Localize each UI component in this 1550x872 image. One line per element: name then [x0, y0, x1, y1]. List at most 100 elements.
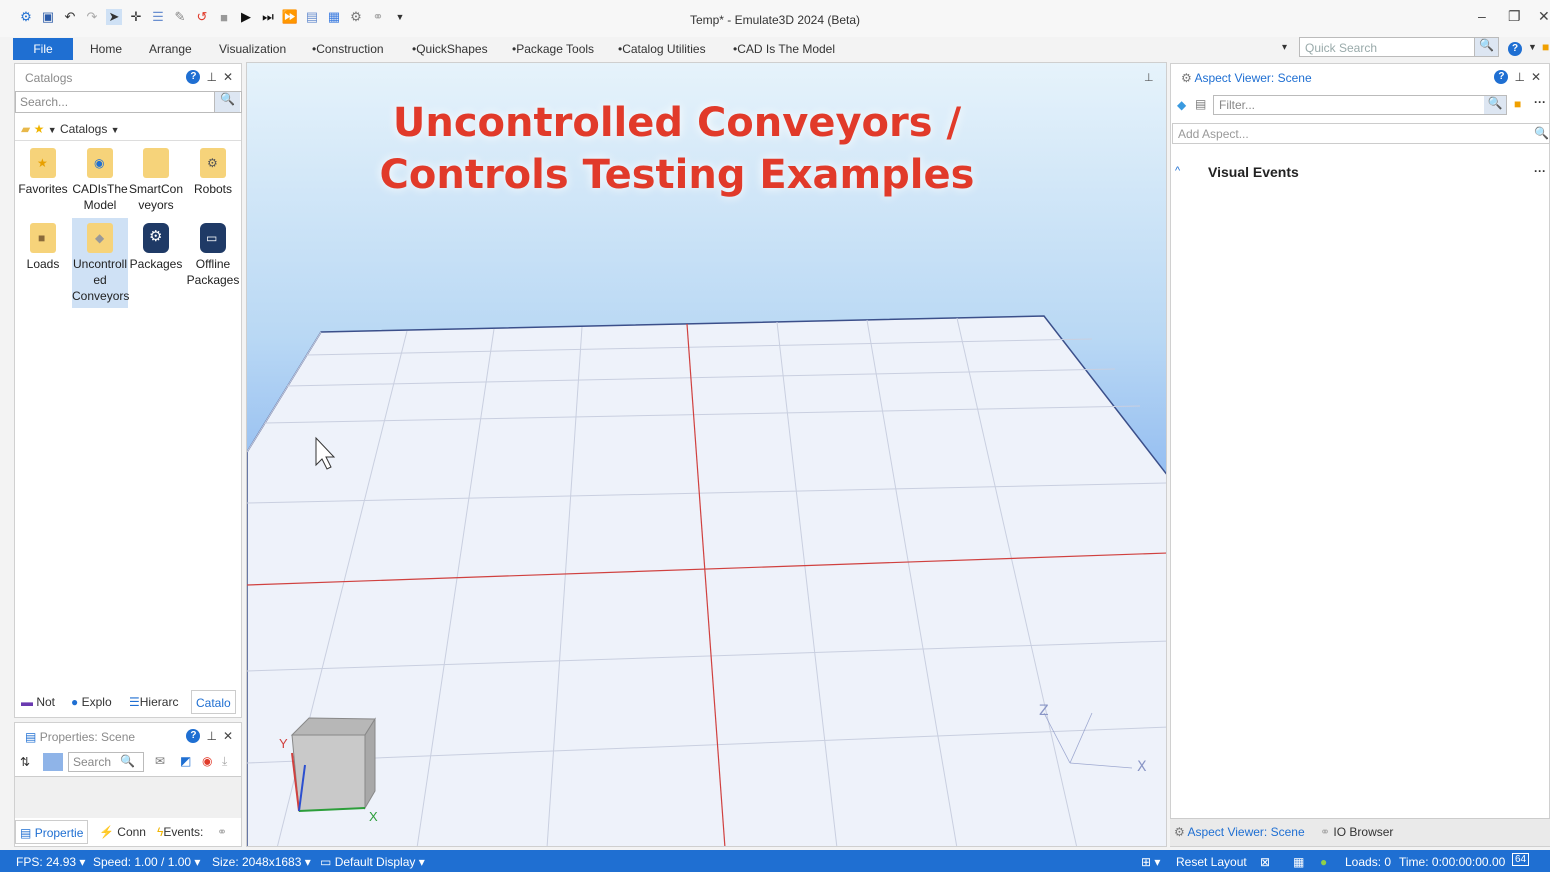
tab-connections[interactable]: ⚡ Conn — [99, 825, 146, 839]
cube-icon[interactable]: ◆ — [1177, 98, 1186, 112]
star-icon[interactable]: ★ — [34, 122, 45, 136]
edit-icon[interactable]: ✉ — [155, 754, 165, 768]
tab-package-tools[interactable]: •Package Tools — [512, 42, 594, 56]
notes-icon: ▬ — [21, 695, 33, 709]
dropdown-icon[interactable]: ▼ — [48, 125, 57, 135]
sort-az-icon[interactable]: ⇅ — [20, 755, 30, 769]
speed-readout[interactable]: Speed: 1.00 / 1.00 ▾ — [93, 855, 200, 869]
lock-icon[interactable]: ■ — [1514, 97, 1521, 111]
properties-bottom-tabs: ▤ Propertie ⚡ Conn ϟEvents: ⚭ — [15, 820, 242, 844]
catalog-search-input[interactable]: Search... — [15, 91, 242, 113]
tab-arrange[interactable]: Arrange — [149, 42, 192, 56]
fps-readout[interactable]: FPS: 24.93 ▾ — [16, 855, 85, 869]
reset-layout-button[interactable]: Reset Layout — [1176, 855, 1247, 869]
tab-file[interactable]: File — [13, 38, 73, 60]
filter-icon[interactable]: ◉ — [202, 754, 212, 768]
aspect-viewer-header: ⚙ Aspect Viewer: Scene ? ⊥ ✕ — [1171, 64, 1549, 90]
display-mode-dropdown[interactable]: ▭ Default Display ▾ — [320, 855, 425, 869]
categorized-icon[interactable] — [43, 753, 63, 771]
catalog-item-label: Uncontroll ed Conveyors — [72, 257, 130, 303]
tab-catalog-utilities[interactable]: •Catalog Utilities — [618, 42, 706, 56]
connection-icon: ⚡ — [99, 825, 114, 839]
script-icon[interactable]: ▤ — [1195, 97, 1206, 111]
help-dropdown-icon[interactable]: ▼ — [1528, 42, 1537, 52]
catalogs-bottom-tabs: ▬ Not ● Explo ☰Hierarc Catalo — [15, 690, 242, 714]
io-icon: ⚭ — [1320, 825, 1331, 839]
ribbon-collapse-icon[interactable]: ▾ — [1282, 42, 1287, 53]
catalog-item-cadisthemodel[interactable]: ◉ CADIsThe Model — [72, 148, 128, 213]
minimize-icon[interactable]: – — [1478, 8, 1486, 24]
keyboard-icon[interactable]: ▦ — [1293, 855, 1304, 869]
link-icon[interactable]: ⚭ — [217, 825, 227, 839]
search-icon[interactable]: 🔍 — [214, 92, 240, 112]
search-icon[interactable]: 🔍 — [1534, 126, 1549, 140]
search-icon[interactable]: 🔍 — [1484, 96, 1506, 114]
catalog-toolbar: ▰ ★ ▼ Catalogs ▼ — [15, 117, 241, 141]
gizmo-x-label: X — [1137, 759, 1147, 775]
loads-icon: ● — [1320, 855, 1328, 869]
tab-notes[interactable]: ▬ Not — [21, 695, 55, 709]
view-cube[interactable] — [290, 717, 376, 812]
favorites-folder-icon: ★ — [30, 148, 56, 178]
search-icon[interactable]: 🔍 — [1474, 38, 1498, 56]
catalog-item-robots[interactable]: ⚙ Robots — [185, 148, 241, 197]
layout-grid-icon[interactable]: ⊞ ▾ — [1141, 855, 1160, 869]
tab-construction[interactable]: •Construction — [312, 42, 384, 56]
open-folder-icon[interactable]: ▰ — [21, 122, 30, 136]
catalog-item-smartconveyors[interactable]: SmartCon veyors — [128, 148, 184, 213]
gizmo-z-label: Z — [1039, 703, 1049, 719]
catalog-item-offline-packages[interactable]: ▭ Offline Packages — [185, 223, 241, 288]
catalog-item-favorites[interactable]: ★ Favorites — [15, 148, 71, 197]
catalog-item-uncontrolled-conveyors[interactable]: ◆ Uncontroll ed Conveyors — [72, 218, 130, 308]
restore-icon[interactable]: ❐ — [1508, 8, 1521, 25]
tab-quickshapes[interactable]: •QuickShapes — [412, 42, 488, 56]
add-aspect-input[interactable]: Add Aspect... — [1172, 123, 1550, 144]
aspect-filter-input[interactable]: Filter... — [1213, 95, 1507, 115]
lock-icon[interactable]: ■ — [1542, 40, 1549, 54]
tab-visualization[interactable]: Visualization — [219, 42, 286, 56]
more-icon[interactable]: ··· — [1534, 164, 1546, 178]
chevron-down-icon[interactable]: ▼ — [111, 125, 120, 135]
search-icon[interactable]: 🔍 — [120, 754, 135, 768]
size-readout[interactable]: Size: 2048x1683 ▾ — [212, 855, 311, 869]
network-icon[interactable]: ⊠ — [1260, 855, 1270, 869]
quick-search-input[interactable]: Quick Search — [1299, 37, 1499, 57]
scene-viewport[interactable]: Z X Y X Uncontrolled Conveyors / Control… — [246, 62, 1167, 847]
export-icon[interactable]: ◩ — [180, 754, 191, 768]
tab-hierarchy[interactable]: ☰Hierarc — [129, 695, 178, 709]
tab-aspect-viewer[interactable]: ⚙ Aspect Viewer: Scene — [1174, 825, 1305, 839]
catalog-item-packages[interactable]: ⚙ Packages — [128, 223, 184, 272]
tab-cad-is-the-model[interactable]: •CAD Is The Model — [733, 42, 835, 56]
catalog-item-loads[interactable]: ■ Loads — [15, 223, 71, 272]
close-icon[interactable]: ✕ — [1531, 70, 1541, 84]
catalogs-dropdown[interactable]: Catalogs — [60, 122, 107, 136]
pin-icon[interactable]: ⊥ — [1514, 70, 1524, 84]
tab-io-browser[interactable]: ⚭ IO Browser — [1320, 825, 1393, 839]
visual-events-section[interactable]: Visual Events — [1208, 164, 1299, 180]
help-icon[interactable]: ? — [186, 729, 201, 743]
close-icon[interactable]: ✕ — [223, 729, 233, 743]
view-cube-x-label: X — [369, 809, 378, 824]
pin-icon[interactable]: ⊥ — [1144, 71, 1154, 84]
status-bar: FPS: 24.93 ▾ Speed: 1.00 / 1.00 ▾ Size: … — [0, 850, 1550, 872]
expand-icon[interactable]: ⤓ — [222, 754, 227, 769]
close-icon[interactable]: ✕ — [223, 70, 233, 84]
tab-properties[interactable]: ▤ Propertie — [15, 820, 89, 844]
folder-icon — [143, 148, 169, 178]
tab-events[interactable]: ϟEvents: — [157, 825, 203, 839]
pin-icon[interactable]: ⊥ — [206, 70, 216, 84]
help-icon[interactable]: ? — [1508, 40, 1522, 56]
catalog-item-label: Offline Packages — [186, 257, 240, 287]
headline-line-1: Uncontrolled Conveyors / — [392, 100, 962, 146]
more-icon[interactable]: ··· — [1534, 95, 1546, 109]
chevron-up-icon[interactable]: ^ — [1175, 165, 1180, 177]
tab-explorer[interactable]: ● Explo — [71, 695, 112, 709]
bitness-badge: 64 — [1512, 853, 1530, 866]
pin-icon[interactable]: ⊥ — [206, 729, 216, 743]
tab-home[interactable]: Home — [90, 42, 122, 56]
close-icon[interactable]: ✕ — [1538, 8, 1550, 25]
help-icon[interactable]: ? — [1494, 70, 1509, 84]
tab-catalogs[interactable]: Catalo — [191, 690, 236, 714]
help-icon[interactable]: ? — [186, 70, 201, 84]
property-grid[interactable] — [15, 776, 241, 818]
